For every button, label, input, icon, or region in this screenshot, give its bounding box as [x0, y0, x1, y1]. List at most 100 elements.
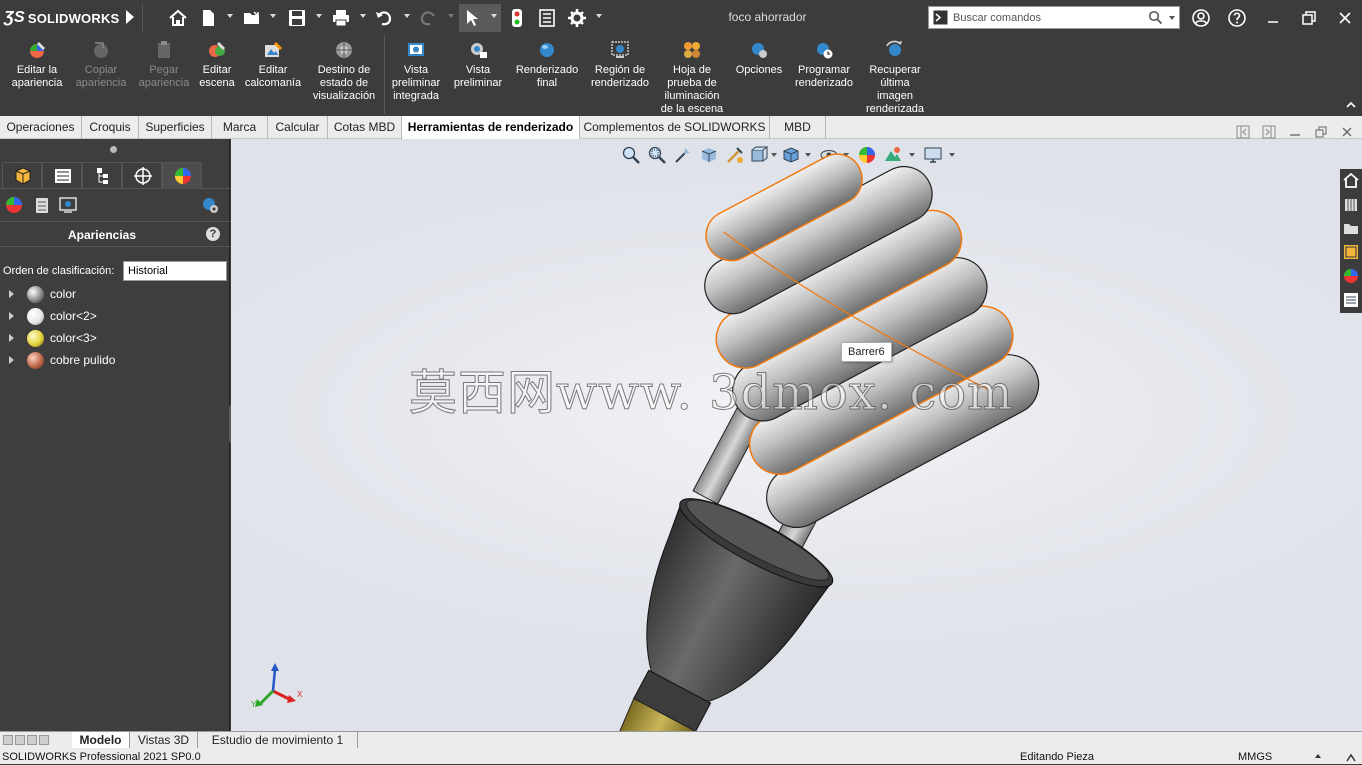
expand-arrow-icon[interactable] [9, 290, 14, 298]
command-manager-tabs: Operaciones Croquis Superficies Marca Ca… [0, 116, 1362, 139]
scene-lights-cameras-icon[interactable] [58, 195, 78, 215]
schedule-render-button[interactable]: Programar renderizado [790, 40, 858, 90]
sort-order-field[interactable]: Historial [123, 261, 227, 281]
minimize-icon[interactable] [1263, 8, 1283, 28]
cursor-arrow-icon [467, 10, 478, 26]
tab-marca[interactable]: Marca [212, 116, 268, 139]
doc-close-icon[interactable] [1340, 125, 1354, 139]
gear-icon[interactable] [567, 8, 587, 28]
tab-mbd[interactable]: MBD [770, 116, 826, 139]
menu-expand-arrow-icon[interactable] [126, 10, 134, 24]
watermark-text: 莫西网www. 3dmox. com [409, 365, 1014, 422]
appearance-item[interactable]: color<3> [0, 328, 228, 348]
task-pane-appearances: Apariencias ? Orden de clasificación: Hi… [0, 139, 230, 731]
panel-title: Apariencias [67, 228, 137, 242]
last-tab-arrow-icon[interactable] [39, 735, 49, 745]
custom-status-icon[interactable] [1346, 752, 1356, 762]
tab-display-manager[interactable] [162, 162, 202, 189]
tab-dimxpert-manager[interactable] [122, 162, 162, 189]
edit-appearance-icon [30, 42, 45, 58]
help-question-icon[interactable]: ? [206, 227, 220, 241]
open-dropdown-icon[interactable] [270, 14, 276, 18]
appearance-item[interactable]: color<2> [0, 306, 228, 326]
save-icon[interactable] [287, 8, 307, 28]
doc-restore-icon[interactable] [1314, 125, 1328, 139]
tab-estudio-de-movimiento[interactable]: Estudio de movimiento 1 [198, 732, 358, 749]
edit-appearance-button[interactable]: Editar la apariencia [6, 40, 68, 90]
copy-appearance-button: Copiar apariencia [70, 40, 132, 90]
final-render-button[interactable]: Renderizado final [512, 40, 582, 90]
expand-arrow-icon[interactable] [9, 356, 14, 364]
close-icon[interactable] [1335, 8, 1355, 28]
tab-feature-manager[interactable] [2, 162, 42, 189]
rebuild-traffic-light-icon[interactable] [507, 8, 527, 28]
save-dropdown-icon[interactable] [316, 14, 322, 18]
tab-modelo[interactable]: Modelo [72, 732, 130, 749]
new-dropdown-icon[interactable] [227, 14, 233, 18]
undo-icon[interactable] [374, 8, 394, 28]
undo-dropdown-icon[interactable] [404, 14, 410, 18]
decals-view-icon[interactable] [32, 195, 52, 215]
search-commands-box[interactable] [928, 6, 1180, 29]
tab-calcular[interactable]: Calcular [268, 116, 328, 139]
graphics-area[interactable]: Barrer6 莫西网www. 3dmox. com X Y [231, 139, 1362, 731]
appearance-swatch-icon [27, 286, 44, 303]
tab-herramientas-de-renderizado[interactable]: Herramientas de renderizado [402, 116, 580, 139]
open-folder-icon[interactable] [242, 8, 262, 28]
tab-superficies[interactable]: Superficies [139, 116, 212, 139]
tab-croquis[interactable]: Croquis [82, 116, 139, 139]
tab-operaciones[interactable]: Operaciones [0, 116, 82, 139]
search-icon[interactable] [1148, 10, 1163, 25]
first-tab-arrow-icon[interactable] [3, 735, 13, 745]
collapse-ribbon-chevron-icon[interactable] [1346, 100, 1356, 110]
solidworks-logo[interactable]: ƷS SOLIDWORKS [4, 8, 119, 28]
new-document-icon[interactable] [198, 8, 218, 28]
doc-minimize-icon[interactable] [1288, 125, 1302, 139]
user-account-icon[interactable] [1191, 8, 1211, 28]
print-dropdown-icon[interactable] [360, 14, 366, 18]
command-prompt-icon [933, 10, 948, 25]
appearance-item[interactable]: color [0, 284, 228, 304]
doc-tile-left-icon[interactable] [1236, 125, 1250, 139]
expand-arrow-icon[interactable] [9, 334, 14, 342]
units-dropdown-icon[interactable] [1314, 753, 1322, 759]
tab-complementos-de-solidworks[interactable]: Complementos de SOLIDWORKS [580, 116, 770, 139]
search-dropdown-icon[interactable] [1169, 16, 1175, 20]
tab-cotas-mbd[interactable]: Cotas MBD [328, 116, 402, 139]
search-commands-input[interactable] [953, 9, 1143, 26]
unit-system-status[interactable]: MMGS [1238, 749, 1272, 765]
options-dropdown-icon[interactable] [596, 14, 602, 18]
appearance-settings-icon[interactable] [200, 195, 220, 215]
recall-last-rendered-image-button[interactable]: Recuperar última imagen renderizada [860, 40, 930, 116]
select-button[interactable] [459, 4, 501, 32]
help-icon[interactable] [1227, 8, 1247, 28]
preview-window-button[interactable]: Vista preliminar [448, 40, 508, 90]
display-state-target-icon [335, 41, 353, 59]
next-tab-arrow-icon[interactable] [27, 735, 37, 745]
home-icon[interactable] [168, 8, 188, 28]
recall-last-image-icon [886, 40, 902, 56]
expand-arrow-icon[interactable] [9, 312, 14, 320]
print-icon[interactable] [331, 8, 351, 28]
doc-tile-right-icon[interactable] [1262, 125, 1276, 139]
tab-property-manager[interactable] [42, 162, 82, 189]
restore-icon[interactable] [1299, 8, 1319, 28]
integrated-preview-button[interactable]: Vista preliminar integrada [388, 40, 444, 103]
appearance-item[interactable]: cobre pulido [0, 350, 228, 370]
panel-grip-dot[interactable] [110, 146, 117, 153]
edit-decal-button[interactable]: Editar calcomanía [242, 40, 304, 90]
edit-decal-icon [265, 42, 282, 57]
file-properties-icon[interactable] [537, 8, 557, 28]
render-options-button[interactable]: Opciones [730, 40, 788, 77]
scene-illumination-proof-sheet-button[interactable]: Hoja de prueba de iluminación de la esce… [657, 40, 727, 116]
ds-logo-icon: ƷS [4, 9, 25, 26]
tab-vistas-3d[interactable]: Vistas 3D [130, 732, 198, 749]
appearances-view-icon[interactable] [4, 195, 24, 215]
edit-scene-button[interactable]: Editar escena [196, 40, 238, 90]
tab-configuration-manager[interactable] [82, 162, 122, 189]
prev-tab-arrow-icon[interactable] [15, 735, 25, 745]
select-dropdown-icon[interactable] [491, 14, 497, 18]
display-state-target-button[interactable]: Destino de estado de visualización [306, 40, 382, 103]
cfl-bulb-model[interactable] [231, 139, 1362, 731]
render-region-button[interactable]: Región de renderizado [586, 40, 654, 90]
